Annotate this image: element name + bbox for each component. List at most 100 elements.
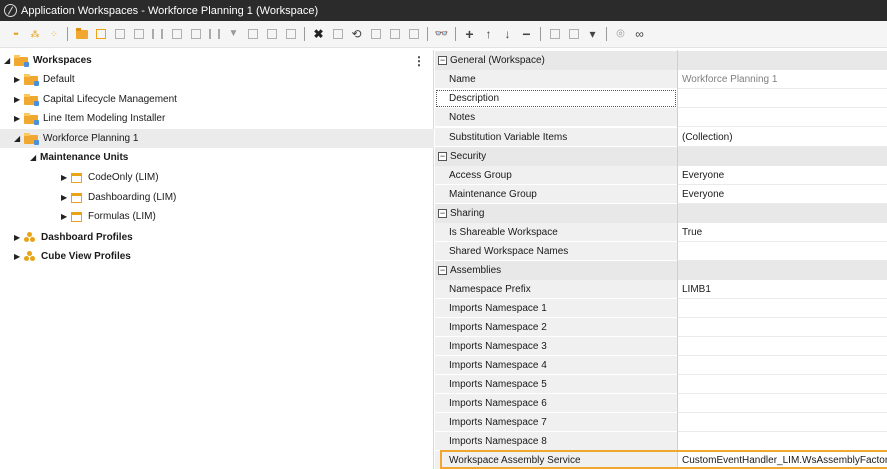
tree-item-dashboard-profiles[interactable]: ▶ Dashboard Profiles: [14, 228, 133, 247]
property-value[interactable]: [678, 394, 887, 413]
collapsed-arrow-icon[interactable]: ▶: [14, 95, 24, 104]
remove-icon[interactable]: −: [519, 27, 534, 42]
list-icon[interactable]: [169, 27, 184, 42]
bars-icon[interactable]: [150, 27, 165, 42]
property-row-imports-2[interactable]: Imports Namespace 2: [435, 318, 887, 337]
grid-icon[interactable]: [131, 27, 146, 42]
view-icon[interactable]: [566, 27, 581, 42]
property-value[interactable]: [678, 413, 887, 432]
property-row-maintenance-group[interactable]: Maintenance Group Everyone: [435, 185, 887, 204]
property-value[interactable]: LIMB1: [678, 280, 887, 299]
collapsed-arrow-icon[interactable]: ▶: [14, 233, 24, 242]
expanded-arrow-icon[interactable]: ◢: [4, 56, 14, 65]
tree-item-workforce-planning[interactable]: ◢ Workforce Planning 1: [0, 129, 434, 148]
tree-item-default[interactable]: ▶ Default: [14, 70, 75, 89]
add-icon[interactable]: +: [462, 27, 477, 42]
property-value[interactable]: Everyone: [678, 185, 887, 204]
property-value[interactable]: [678, 432, 887, 451]
collapse-icon[interactable]: −: [438, 56, 447, 65]
property-value[interactable]: [678, 299, 887, 318]
collapse-icon[interactable]: −: [438, 266, 447, 275]
property-value[interactable]: [678, 242, 887, 261]
folder-icon[interactable]: [74, 27, 89, 42]
category-assemblies[interactable]: − Assemblies: [435, 261, 887, 280]
property-row-workspace-assembly-service[interactable]: Workspace Assembly Service CustomEventHa…: [435, 451, 887, 469]
property-row-imports-7[interactable]: Imports Namespace 7: [435, 413, 887, 432]
refresh-icon[interactable]: ⟲: [349, 27, 364, 42]
property-row-shared-names[interactable]: Shared Workspace Names: [435, 242, 887, 261]
collapsed-arrow-icon[interactable]: ▶: [61, 173, 71, 182]
tree-menu-icon[interactable]: ⋮: [413, 54, 425, 68]
copy2-icon[interactable]: [387, 27, 402, 42]
category-general[interactable]: − General (Workspace): [435, 51, 887, 70]
property-value[interactable]: Workforce Planning 1: [678, 70, 887, 89]
doc2-icon[interactable]: [264, 27, 279, 42]
page-icon[interactable]: [547, 27, 562, 42]
tree-item-dashboarding[interactable]: ▶ Dashboarding (LIM): [61, 188, 176, 207]
tree-item-maintenance-units[interactable]: ◢ Maintenance Units: [30, 148, 128, 167]
property-row-access-group[interactable]: Access Group Everyone: [435, 166, 887, 185]
search-icon[interactable]: 👓: [434, 27, 449, 42]
table-icon[interactable]: [188, 27, 203, 42]
property-row-is-shareable[interactable]: Is Shareable Workspace True: [435, 223, 887, 242]
tree-item-cube-view-profiles[interactable]: ▶ Cube View Profiles: [14, 247, 131, 266]
property-row-imports-8[interactable]: Imports Namespace 8: [435, 432, 887, 451]
up-icon[interactable]: ↑: [481, 27, 496, 42]
collapsed-arrow-icon[interactable]: ▶: [61, 212, 71, 221]
property-row-namespace-prefix[interactable]: Namespace Prefix LIMB1: [435, 280, 887, 299]
property-row-description[interactable]: Description: [435, 89, 887, 108]
eye-icon[interactable]: ◎: [613, 27, 628, 42]
property-row-imports-3[interactable]: Imports Namespace 3: [435, 337, 887, 356]
dropdown-icon[interactable]: ▾: [585, 27, 600, 42]
link-icon[interactable]: ∞: [632, 27, 647, 42]
property-value[interactable]: [678, 337, 887, 356]
category-sharing[interactable]: − Sharing: [435, 204, 887, 223]
property-row-imports-4[interactable]: Imports Namespace 4: [435, 356, 887, 375]
expanded-arrow-icon[interactable]: ◢: [30, 153, 40, 162]
columns-icon[interactable]: [207, 27, 222, 42]
property-value[interactable]: (Collection): [678, 128, 887, 147]
collapsed-arrow-icon[interactable]: ▶: [14, 252, 24, 261]
property-row-name[interactable]: Name Workforce Planning 1: [435, 70, 887, 89]
delete-icon[interactable]: ✖: [311, 27, 326, 42]
tree-item-capital-lifecycle[interactable]: ▶ Capital Lifecycle Management: [14, 90, 177, 109]
property-value[interactable]: [678, 318, 887, 337]
folder-icon: [24, 94, 39, 106]
tree-item-codeonly[interactable]: ▶ CodeOnly (LIM): [61, 168, 159, 187]
collapsed-arrow-icon[interactable]: ▶: [14, 75, 24, 84]
property-value[interactable]: [678, 356, 887, 375]
expand-icon[interactable]: ••: [8, 27, 23, 42]
paste-icon[interactable]: [406, 27, 421, 42]
group-icon[interactable]: ⁂: [27, 27, 42, 42]
save-icon[interactable]: [368, 27, 383, 42]
collapsed-arrow-icon[interactable]: ▶: [14, 114, 24, 123]
property-row-notes[interactable]: Notes: [435, 108, 887, 127]
tree-item-workspaces[interactable]: ◢ Workspaces: [4, 51, 92, 70]
property-row-imports-5[interactable]: Imports Namespace 5: [435, 375, 887, 394]
expanded-arrow-icon[interactable]: ◢: [14, 134, 24, 143]
property-value[interactable]: Everyone: [678, 166, 887, 185]
copy-icon[interactable]: [283, 27, 298, 42]
filter-icon[interactable]: ▼: [226, 27, 241, 42]
doc-icon[interactable]: [245, 27, 260, 42]
tree-item-lim-installer[interactable]: ▶ Line Item Modeling Installer: [14, 109, 165, 128]
down-icon[interactable]: ↓: [500, 27, 515, 42]
property-value[interactable]: [678, 108, 887, 127]
edit-icon[interactable]: [330, 27, 345, 42]
property-value[interactable]: [678, 89, 887, 108]
add-group-icon[interactable]: ⁘: [46, 27, 61, 42]
property-value[interactable]: [678, 375, 887, 394]
chart-icon[interactable]: [112, 27, 127, 42]
column-divider[interactable]: [677, 50, 678, 469]
property-row-imports-6[interactable]: Imports Namespace 6: [435, 394, 887, 413]
unit-icon[interactable]: [93, 27, 108, 42]
collapsed-arrow-icon[interactable]: ▶: [61, 193, 71, 202]
tree-item-formulas[interactable]: ▶ Formulas (LIM): [61, 207, 156, 226]
property-row-substitution-variables[interactable]: Substitution Variable Items (Collection): [435, 128, 887, 147]
category-security[interactable]: − Security: [435, 147, 887, 166]
property-row-imports-1[interactable]: Imports Namespace 1: [435, 299, 887, 318]
property-value[interactable]: True: [678, 223, 887, 242]
property-value[interactable]: CustomEventHandler_LIM.WsAssemblyFactory: [678, 451, 887, 469]
collapse-icon[interactable]: −: [438, 209, 447, 218]
collapse-icon[interactable]: −: [438, 152, 447, 161]
